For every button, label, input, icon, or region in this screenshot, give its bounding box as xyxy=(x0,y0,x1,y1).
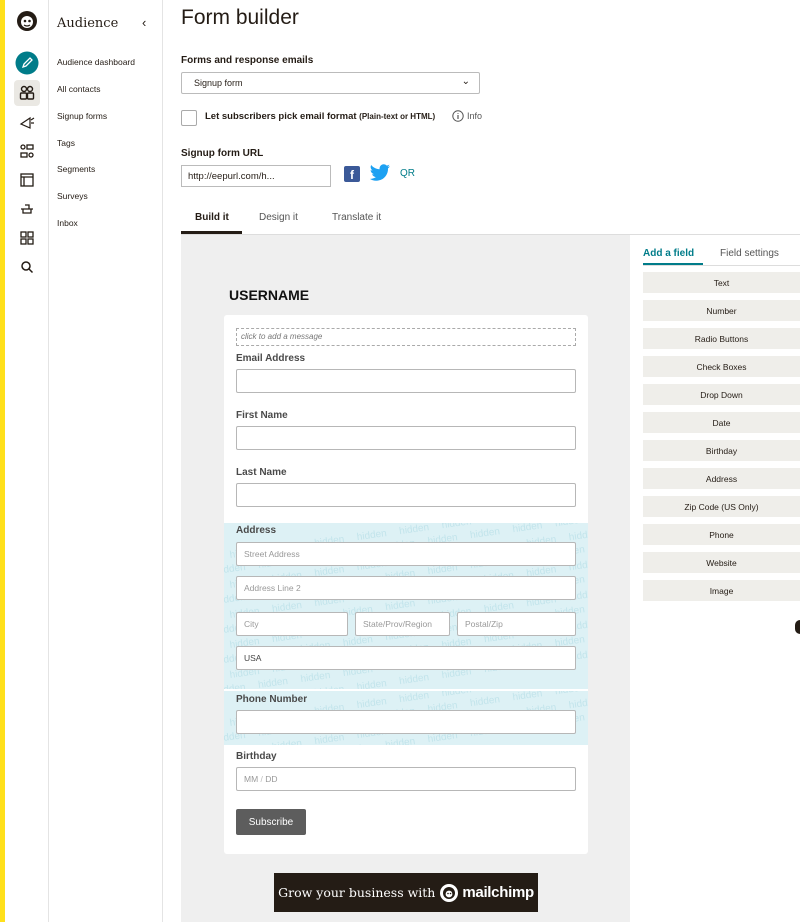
icon-rail xyxy=(5,0,49,922)
add-field-address[interactable]: Address xyxy=(643,468,800,489)
hidden-watermark-text: hidden xyxy=(469,525,504,542)
tab-add-a-field[interactable]: Add a field xyxy=(643,248,694,259)
email-format-checkbox[interactable] xyxy=(181,110,197,126)
sidebar-item-segments[interactable]: Segments xyxy=(57,164,95,174)
audience-sidebar: Audience ‹ Audience dashboard All contac… xyxy=(49,0,163,922)
country-select[interactable]: USA xyxy=(236,646,576,670)
chevron-down-icon: ⌄ xyxy=(461,76,470,87)
add-field-radio-buttons[interactable]: Radio Buttons xyxy=(643,328,800,349)
tab-design-it[interactable]: Design it xyxy=(259,212,298,223)
mailchimp-logo-icon[interactable] xyxy=(14,8,40,34)
email-format-label: Let subscribers pick email format (Plain… xyxy=(205,111,435,122)
website-icon[interactable] xyxy=(14,167,40,193)
tab-field-settings[interactable]: Field settings xyxy=(720,248,779,259)
add-field-text[interactable]: Text xyxy=(643,272,800,293)
phone-label: Phone Number xyxy=(236,694,308,705)
last-name-label: Last Name xyxy=(236,467,287,478)
facebook-icon[interactable]: f xyxy=(344,166,360,182)
add-field-website[interactable]: Website xyxy=(643,552,800,573)
hidden-watermark-text: hidden xyxy=(384,735,419,745)
email-format-text: Let subscribers pick email format xyxy=(205,111,357,122)
add-field-zip-code[interactable]: Zip Code (US Only) xyxy=(643,496,800,517)
campaigns-icon[interactable] xyxy=(14,109,40,135)
sidebar-item-inbox[interactable]: Inbox xyxy=(57,218,78,228)
forms-select-value: Signup form xyxy=(194,78,243,88)
mailchimp-badge[interactable]: Grow your business with mailchimp xyxy=(274,873,538,912)
page-title: Form builder xyxy=(181,6,299,29)
hidden-watermark-text: hidden xyxy=(356,677,391,689)
add-field-birthday[interactable]: Birthday xyxy=(643,440,800,461)
hidden-watermark-text: hidden xyxy=(224,682,249,689)
hidden-watermark-text: hidden xyxy=(314,684,348,689)
first-name-field[interactable] xyxy=(236,426,576,450)
birthday-field[interactable]: MM / DD xyxy=(236,767,576,791)
pencil-icon[interactable] xyxy=(14,50,40,76)
add-field-check-boxes[interactable]: Check Boxes xyxy=(643,356,800,377)
tab-build-it[interactable]: Build it xyxy=(195,212,229,223)
zip-field[interactable]: Postal/Zip xyxy=(457,612,576,636)
sidebar-item-all-contacts[interactable]: All contacts xyxy=(57,84,100,94)
badge-brand: mailchimp xyxy=(462,884,534,901)
info-link[interactable]: Info xyxy=(452,110,482,122)
first-name-label: First Name xyxy=(236,410,288,421)
info-icon xyxy=(452,110,464,122)
sidebar-item-audience-dashboard[interactable]: Audience dashboard xyxy=(57,57,135,67)
birthday-separator: / xyxy=(260,774,263,784)
feedback-tab[interactable] xyxy=(795,620,800,634)
active-tab-indicator xyxy=(181,231,242,234)
hidden-watermark-text: hidden xyxy=(271,738,305,745)
form-title[interactable]: USERNAME xyxy=(229,287,309,303)
signup-url-label: Signup form URL xyxy=(181,148,264,159)
sidebar-item-tags[interactable]: Tags xyxy=(57,138,75,148)
add-field-date[interactable]: Date xyxy=(643,412,800,433)
forms-label: Forms and response emails xyxy=(181,55,314,66)
hidden-watermark-text: hidden xyxy=(398,671,433,688)
automations-icon[interactable] xyxy=(14,138,40,164)
grid-icon[interactable] xyxy=(14,225,40,251)
phone-field[interactable] xyxy=(236,710,576,734)
last-name-field[interactable] xyxy=(236,483,576,507)
add-field-drop-down[interactable]: Drop Down xyxy=(643,384,800,405)
chevron-left-icon[interactable]: ‹ xyxy=(142,15,146,30)
badge-text: Grow your business with xyxy=(278,885,436,900)
tab-translate-it[interactable]: Translate it xyxy=(332,212,381,223)
add-field-image[interactable]: Image xyxy=(643,580,800,601)
hidden-watermark-text: hidden xyxy=(299,669,334,686)
email-field[interactable] xyxy=(236,369,576,393)
message-placeholder[interactable]: click to add a message xyxy=(236,328,576,346)
address-label: Address xyxy=(236,525,277,536)
add-field-number[interactable]: Number xyxy=(643,300,800,321)
twitter-icon[interactable] xyxy=(369,164,391,185)
subscribe-button[interactable]: Subscribe xyxy=(236,809,306,835)
integrations-icon[interactable] xyxy=(14,196,40,222)
birthday-month: MM xyxy=(244,774,259,784)
mailchimp-logo-icon xyxy=(440,883,459,902)
audience-icon[interactable] xyxy=(14,80,40,106)
qr-link[interactable]: QR xyxy=(400,168,415,179)
forms-select[interactable]: Signup form ⌄ xyxy=(181,72,480,94)
address-line2-field[interactable]: Address Line 2 xyxy=(236,576,576,600)
info-label: Info xyxy=(467,111,483,121)
sidebar-title: Audience xyxy=(57,16,119,31)
sidebar-item-surveys[interactable]: Surveys xyxy=(57,191,88,201)
search-icon[interactable] xyxy=(14,254,40,280)
state-field[interactable]: State/Prov/Region xyxy=(355,612,450,636)
tab-divider xyxy=(643,265,800,266)
hidden-watermark-text: hidden xyxy=(257,675,292,689)
email-label: Email Address xyxy=(236,353,306,364)
email-format-subtext: (Plain-text or HTML) xyxy=(359,112,436,121)
birthday-day: DD xyxy=(265,774,278,784)
city-field[interactable]: City xyxy=(236,612,348,636)
add-field-phone[interactable]: Phone xyxy=(643,524,800,545)
birthday-label: Birthday xyxy=(236,751,277,762)
hidden-watermark-text: hidden xyxy=(469,693,504,710)
street-address-field[interactable]: Street Address xyxy=(236,542,576,566)
sidebar-item-signup-forms[interactable]: Signup forms xyxy=(57,111,107,121)
signup-url-field[interactable]: http://eepurl.com/h... xyxy=(181,165,331,187)
